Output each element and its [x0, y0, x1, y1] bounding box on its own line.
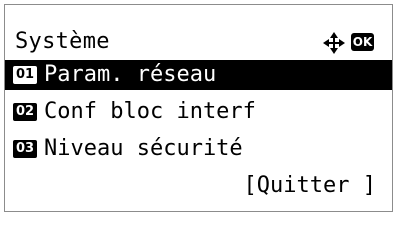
menu-item-conf-bloc-interf[interactable]: 02 Conf bloc interf: [5, 97, 392, 127]
menu-item-label: Conf bloc interf: [44, 99, 256, 124]
header: Système OK: [5, 27, 392, 57]
four-way-arrow-icon: [323, 32, 345, 54]
menu-item-number: 01: [13, 66, 37, 84]
menu-item-niveau-securite[interactable]: 03 Niveau sécurité: [5, 134, 392, 164]
menu-item-label: Niveau sécurité: [44, 136, 243, 161]
menu-item-number: 03: [13, 140, 37, 158]
page-title: Système: [15, 29, 110, 54]
quit-softkey[interactable]: [Quitter ]: [244, 171, 376, 201]
lcd-screen: Système OK 01 Param. réseau 02 Conf bloc…: [4, 4, 393, 212]
menu-item-label: Param. réseau: [44, 62, 217, 87]
menu-item-number: 02: [13, 103, 37, 121]
menu-item-param-reseau[interactable]: 01 Param. réseau: [5, 60, 392, 90]
ok-button[interactable]: OK: [351, 33, 374, 51]
